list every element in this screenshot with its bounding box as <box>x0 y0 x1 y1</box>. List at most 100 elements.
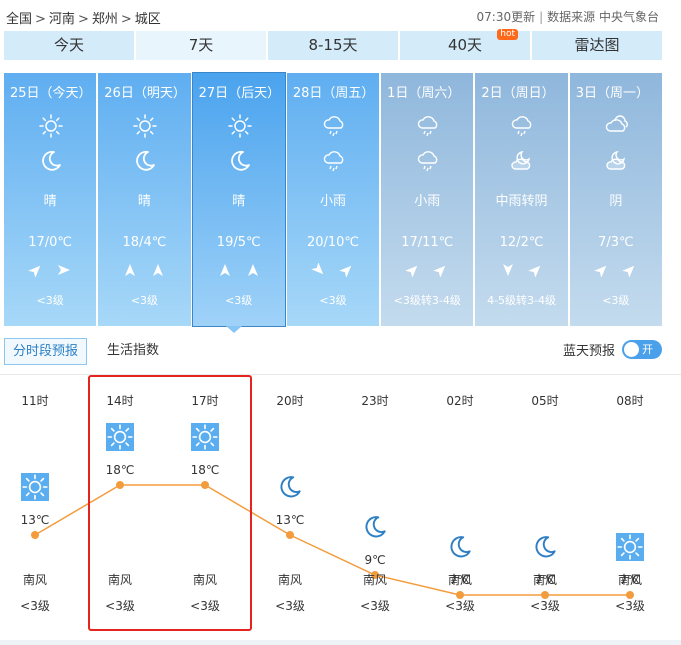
moon-icon <box>446 533 474 561</box>
moon-icon <box>227 148 253 174</box>
wind-level: <3级 <box>36 294 64 307</box>
hour-wind-direction: 南风 <box>107 573 132 587</box>
toggle-label: 开 <box>642 343 653 356</box>
moon-icon <box>361 513 389 541</box>
bluesky-toggle[interactable]: 开 <box>622 340 662 359</box>
breadcrumb-separator: > <box>77 12 89 27</box>
hour-time: 20时 <box>276 394 304 408</box>
moon-icon <box>132 148 158 174</box>
wind-direction <box>98 263 190 281</box>
sun-icon <box>616 533 644 561</box>
hour-time: 23时 <box>361 394 389 408</box>
hour-wind-level: <3级 <box>275 599 305 613</box>
hour-time: 08时 <box>616 394 644 408</box>
day-weather: 阴 <box>609 194 623 209</box>
bluesky-label: 蓝天预报 <box>563 344 616 359</box>
breadcrumb-national[interactable]: 全国 <box>6 12 32 27</box>
hour-time: 05时 <box>531 394 559 408</box>
day-card[interactable]: 2日（周日） 中雨转阴 12/2℃ 4-5级转3-4级 <box>475 73 568 326</box>
day-date: 27日（后天） <box>198 86 281 101</box>
moon-icon <box>276 473 304 501</box>
hour-temperature: 18℃ <box>190 463 220 477</box>
footer-strip <box>0 640 681 645</box>
wind-level: <3级 <box>602 294 630 307</box>
tab-40-days-label: 40天 <box>447 36 483 54</box>
wind-level: 4-5级转3-4级 <box>487 294 557 307</box>
day-weather: 小雨 <box>414 194 441 209</box>
subtabs: 分时段预报 生活指数 <box>4 338 167 365</box>
north-arrow-icon <box>239 264 267 281</box>
wind-direction <box>4 263 96 281</box>
day-temperature: 19/5℃ <box>216 235 261 250</box>
hourly-forecast: 11时 13℃ 南风 <3级 14时 18℃ 南风 <3级 17时 18℃ 南风 <3级 20时 13℃ 南… <box>0 375 681 640</box>
tab-7-days-label: 7天 <box>188 36 214 54</box>
breadcrumb-district[interactable]: 城区 <box>135 12 161 27</box>
day-card[interactable]: 28日（周五） 小雨 20/10℃ <3级 <box>286 73 380 326</box>
hour-time: 11时 <box>21 394 49 408</box>
toggle-knob <box>624 342 639 357</box>
wind-direction <box>381 263 473 281</box>
temperature-point <box>31 531 39 539</box>
wind-direction <box>287 262 379 281</box>
selected-day-caret <box>226 326 242 333</box>
wind-level: <3级转3-4级 <box>393 294 461 307</box>
north-arrow-icon <box>116 264 144 281</box>
tab-8-15-days[interactable]: 8-15天 <box>268 31 398 60</box>
east-arrow-icon <box>50 265 78 281</box>
tab-radar[interactable]: 雷达图 <box>532 31 662 60</box>
day-temperature: 7/3℃ <box>598 235 634 250</box>
temperature-point <box>116 481 124 489</box>
hour-wind-level: <3级 <box>615 599 645 613</box>
tab-7-days[interactable]: 7天 <box>136 31 266 60</box>
day-weather: 晴 <box>43 194 57 209</box>
hour-wind-level: <3级 <box>190 599 220 613</box>
northeast-arrow-icon <box>588 265 616 281</box>
tab-hourly-forecast[interactable]: 分时段预报 <box>4 338 88 365</box>
tab-40-days[interactable]: 40天 hot <box>400 29 530 60</box>
day-weather: 小雨 <box>319 194 346 209</box>
day-date: 1日（周六） <box>387 86 461 101</box>
day-card[interactable]: 1日（周六） 小雨 17/11℃ <3级转3-4级 <box>381 73 474 326</box>
hour-wind-direction: 南风 <box>22 573 47 587</box>
hour-wind-level: <3级 <box>105 599 135 613</box>
north-arrow-icon <box>144 264 172 281</box>
breadcrumb-separator: > <box>120 12 132 27</box>
southeast-arrow-icon <box>305 262 333 281</box>
daily-forecast: 25日（今天） 晴 17/0℃ <3级 26日（明天） 晴 18/4℃ <3级 … <box>4 72 662 327</box>
sun-icon <box>227 113 253 139</box>
northeast-arrow-icon <box>333 265 361 281</box>
breadcrumb-province[interactable]: 河南 <box>49 12 75 27</box>
day-temperature: 12/2℃ <box>499 235 544 250</box>
tab-life-index[interactable]: 生活指数 <box>99 338 167 365</box>
wind-level: <3级 <box>225 294 253 307</box>
wind-level: <3级 <box>130 294 159 307</box>
sun-icon <box>38 113 64 139</box>
hour-temperature: 9℃ <box>364 553 386 567</box>
hour-wind-direction: 南风 <box>192 573 217 587</box>
breadcrumb-city[interactable]: 郑州 <box>92 12 118 27</box>
hour-wind-level: <3级 <box>360 599 390 613</box>
south-arrow-icon <box>494 264 522 281</box>
hour-wind-direction: 南风 <box>617 573 642 587</box>
day-temperature: 20/10℃ <box>306 235 360 250</box>
overcast-icon <box>604 113 630 139</box>
tab-today[interactable]: 今天 <box>4 31 134 60</box>
wind-direction <box>570 263 662 281</box>
day-card[interactable]: 25日（今天） 晴 17/0℃ <3级 <box>4 73 97 326</box>
update-meta: 07:30更新 | 数据来源 中央气象台 <box>477 8 659 25</box>
hour-wind-direction: 南风 <box>362 573 387 587</box>
moon-icon <box>531 533 559 561</box>
sun-icon <box>21 473 49 501</box>
cloudy-night-icon <box>509 148 535 174</box>
light-rain-icon <box>415 113 441 139</box>
day-date: 3日（周一） <box>575 86 649 101</box>
day-card[interactable]: 27日（后天） 晴 19/5℃ <3级 <box>191 72 286 327</box>
day-card[interactable]: 3日（周一） 阴 7/3℃ <3级 <box>569 73 662 326</box>
day-date: 2日（周日） <box>481 86 555 101</box>
hour-time: 02时 <box>446 394 474 408</box>
north-arrow-icon <box>211 264 239 281</box>
data-source: 数据来源 中央气象台 <box>547 10 659 24</box>
day-card[interactable]: 26日（明天） 晴 18/4℃ <3级 <box>98 73 191 326</box>
breadcrumb-separator: > <box>35 12 46 27</box>
northeast-arrow-icon <box>522 265 550 281</box>
